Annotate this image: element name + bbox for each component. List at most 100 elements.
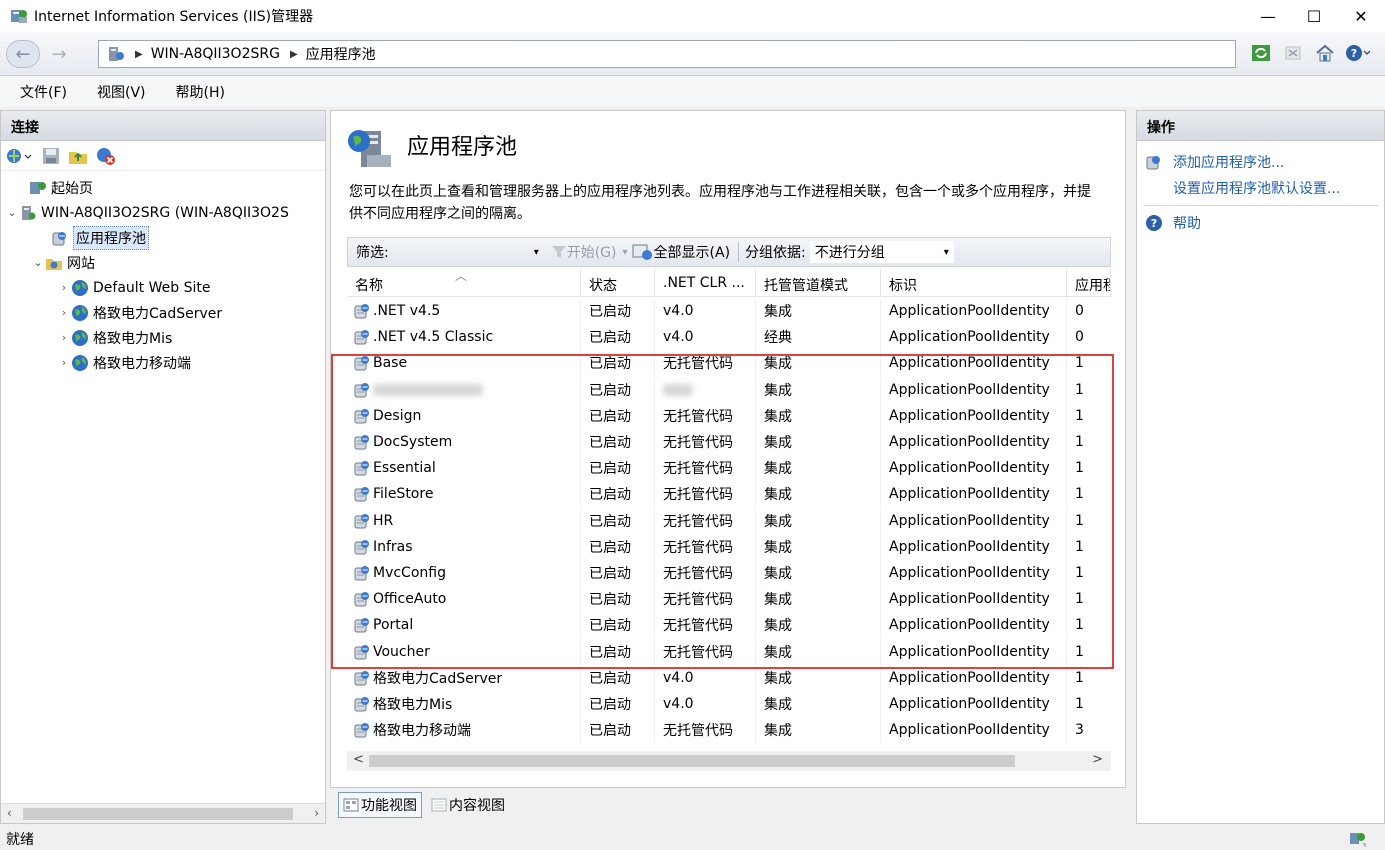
cell-applications: 1 [1075, 695, 1084, 712]
tree-item-mobile-site[interactable]: › 格致电力移动端 [1, 350, 325, 375]
content-view-tab[interactable]: 内容视图 [426, 792, 510, 818]
home-icon[interactable] [1312, 40, 1338, 66]
breadcrumb-app-pools[interactable]: 应用程序池 [306, 44, 376, 64]
cell-status: 已启动 [581, 533, 655, 560]
menu-help[interactable]: 帮助(H) [164, 82, 237, 102]
cell-identity: ApplicationPoolIdentity [881, 533, 1067, 560]
cell-pipeline: 集成 [756, 612, 881, 639]
cell-status: 已启动 [581, 350, 655, 377]
table-row[interactable]: DocSystem 已启动 无托管代码 集成 ApplicationPoolIdenti… [347, 429, 1111, 456]
cell-status: 已启动 [581, 376, 655, 403]
table-row[interactable]: Portal 已启动 无托管代码 集成 ApplicationPoolIdentity 1 [347, 612, 1111, 639]
expand-chevron-icon[interactable]: › [57, 281, 71, 294]
column-header-pipeline[interactable]: 托管管道模式 [756, 269, 881, 297]
table-row[interactable]: OfficeAuto 已启动 无托管代码 集成 ApplicationPoolIdent… [347, 586, 1111, 613]
breadcrumb[interactable]: ▶ WIN-A8QII3O2SRG ▶ 应用程序池 [98, 40, 1236, 68]
filter-input[interactable]: ▾ [393, 241, 543, 263]
menu-view[interactable]: 视图(V) [85, 82, 158, 102]
dropdown-arrow-icon: ▾ [943, 246, 949, 258]
table-row[interactable]: Essential 已启动 无托管代码 集成 ApplicationPoolIdenti… [347, 455, 1111, 482]
table-row[interactable]: 格致电力Mis 已启动 v4.0 集成 ApplicationPoolIdentity 1 [347, 690, 1111, 717]
connections-scrollbar[interactable]: ‹ › [1, 803, 325, 823]
tree-item-cadserver-site[interactable]: › 格致电力CadServer [1, 300, 325, 325]
back-button[interactable]: ← [6, 40, 40, 68]
cell-status: 已启动 [581, 507, 655, 534]
column-header-name[interactable]: 名称 ︿ [347, 269, 581, 297]
table-scrollbar[interactable]: < > [347, 751, 1111, 771]
refresh-icon[interactable] [1248, 40, 1274, 66]
cell-status: 已启动 [581, 586, 655, 613]
expand-chevron-icon[interactable]: ⌄ [31, 256, 45, 269]
scroll-left-icon[interactable]: ‹ [7, 806, 12, 820]
connect-icon[interactable] [5, 146, 35, 166]
cell-applications: 1 [1075, 669, 1084, 686]
app-pool-icon [354, 592, 369, 607]
start-filter-button[interactable]: 开始(G) [551, 242, 617, 262]
minimize-button[interactable]: — [1245, 0, 1291, 32]
scroll-right-icon[interactable]: › [314, 806, 319, 820]
actions-divider [1143, 205, 1378, 206]
group-by-label: 分组依据: [745, 245, 806, 261]
column-header-applications[interactable]: 应用程 [1067, 269, 1111, 297]
toolbar-divider [738, 242, 740, 262]
table-row[interactable]: 格致电力CadServer 已启动 v4.0 集成 ApplicationPoolIde… [347, 664, 1111, 691]
table-row[interactable]: FileStore 已启动 无托管代码 集成 ApplicationPoolIdenti… [347, 481, 1111, 508]
features-view-tab[interactable]: 功能视图 [338, 792, 422, 818]
pool-name: .NET v4.5 [373, 303, 441, 320]
table-row[interactable]: .NET v4.5 已启动 v4.0 集成 ApplicationPoolIdentit… [347, 298, 1111, 325]
scroll-left-icon[interactable]: < [353, 752, 364, 767]
column-header-clr[interactable]: .NET CLR ... [655, 269, 756, 297]
table-row[interactable]: HR 已启动 无托管代码 集成 ApplicationPoolIdentity 1 [347, 507, 1111, 534]
close-button[interactable]: ✕ [1337, 0, 1385, 32]
tree-item-default-web-site[interactable]: › Default Web Site [1, 275, 325, 300]
expand-chevron-icon[interactable]: › [57, 331, 71, 344]
page-title: 应用程序池 [407, 135, 518, 160]
address-bar: ← → ▶ WIN-A8QII3O2SRG ▶ 应用程序池 ? [0, 32, 1385, 76]
table-row[interactable]: Base 已启动 无托管代码 集成 ApplicationPoolIdentity 1 [347, 350, 1111, 377]
table-row[interactable]: Voucher 已启动 无托管代码 集成 ApplicationPoolIdentity… [347, 638, 1111, 665]
tree-item-mis-site[interactable]: › 格致电力Mis [1, 325, 325, 350]
column-header-status[interactable]: 状态 [581, 269, 655, 297]
scroll-right-icon[interactable]: > [1092, 752, 1103, 767]
expand-chevron-icon[interactable]: › [57, 306, 71, 319]
column-header-identity[interactable]: 标识 [881, 269, 1067, 297]
table-row[interactable]: .NET v4.5 Classic 已启动 v4.0 经典 ApplicationPoo… [347, 324, 1111, 351]
up-folder-icon[interactable] [67, 146, 89, 166]
add-app-pool-icon [1146, 156, 1160, 170]
tree-item-sites[interactable]: ⌄ 网站 [1, 250, 325, 275]
table-header: 名称 ︿ 状态 .NET CLR ... 托管管道模式 标识 应用程 [347, 269, 1111, 297]
disconnect-icon[interactable] [95, 146, 117, 166]
table-row[interactable]: Design 已启动 无托管代码 集成 ApplicationPoolIdentity 1 [347, 402, 1111, 429]
actions-panel: 操作 添加应用程序池... 设置应用程序池默认设置... ? 帮助 [1136, 110, 1385, 824]
tree-item-app-pools[interactable]: 应用程序池 [1, 225, 325, 250]
group-by-select[interactable]: 不进行分组 ▾ [809, 241, 954, 263]
pool-name: Design [373, 407, 422, 424]
menu-file[interactable]: 文件(F) [8, 82, 79, 102]
table-row[interactable]: 格致电力移动端 已启动 无托管代码 集成 ApplicationPoolIdentity… [347, 717, 1111, 744]
tree-item-server[interactable]: ⌄ WIN-A8QII3O2SRG (WIN-A8QII3O2S [1, 200, 325, 225]
maximize-button[interactable]: ☐ [1291, 0, 1337, 32]
cell-clr: 无托管代码 [655, 638, 756, 665]
tree-item-start-page[interactable]: 起始页 [1, 175, 325, 200]
help-menu-icon[interactable]: ? [1344, 40, 1370, 66]
breadcrumb-server[interactable]: WIN-A8QII3O2SRG [151, 46, 280, 62]
dropdown-arrow-icon[interactable]: ▾ [623, 247, 628, 258]
expand-chevron-icon[interactable]: ⌄ [5, 206, 19, 219]
show-all-button[interactable]: 全部显示(A) [632, 242, 731, 262]
help-action[interactable]: ? 帮助 [1137, 210, 1384, 236]
scrollbar-thumb[interactable] [369, 755, 1015, 767]
cell-identity: ApplicationPoolIdentity [881, 690, 1067, 717]
set-defaults-action[interactable]: 设置应用程序池默认设置... [1137, 175, 1384, 201]
save-icon[interactable] [41, 146, 61, 166]
table-row[interactable]: Infras 已启动 无托管代码 集成 ApplicationPoolIdentity 1 [347, 533, 1111, 560]
app-pool-icon [354, 382, 369, 398]
add-app-pool-action[interactable]: 添加应用程序池... [1137, 149, 1384, 175]
dropdown-arrow-icon[interactable]: ▾ [534, 247, 539, 258]
table-row[interactable]: 已启动 集成 ApplicationPoolIdentity 1 [347, 376, 1111, 403]
table-row[interactable]: MvcConfig 已启动 无托管代码 集成 ApplicationPoolIdenti… [347, 559, 1111, 586]
scrollbar-thumb[interactable] [23, 808, 293, 820]
forward-button[interactable]: → [42, 40, 76, 68]
expand-chevron-icon[interactable]: › [57, 356, 71, 369]
show-all-label: 全部显示(A) [653, 245, 731, 261]
stop-icon[interactable] [1280, 40, 1306, 66]
